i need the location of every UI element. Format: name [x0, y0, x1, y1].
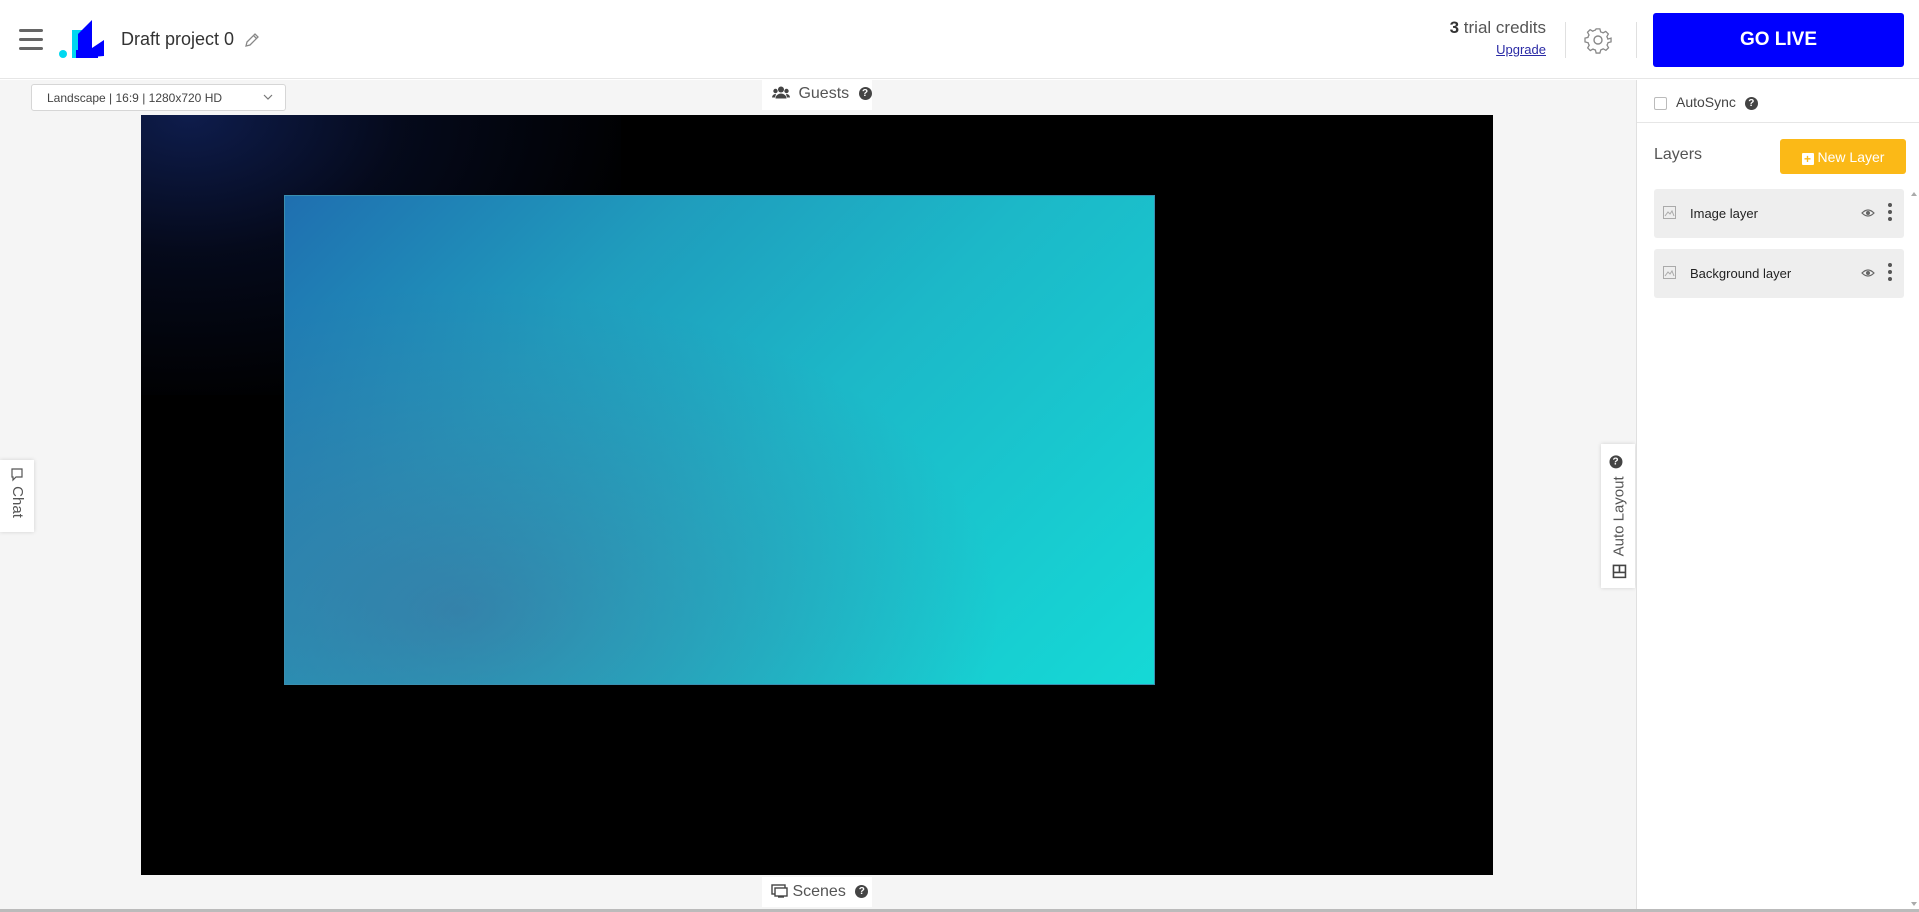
chat-tab-content: Chat	[9, 468, 26, 518]
broadcast-canvas[interactable]	[141, 115, 1493, 875]
go-live-button[interactable]: GO LIVE	[1653, 13, 1904, 67]
plus-square-icon: +	[1801, 152, 1814, 165]
credits-label: trial credits	[1459, 18, 1546, 37]
autosync-checkbox[interactable]	[1654, 96, 1667, 110]
image-layer-preview[interactable]	[284, 195, 1155, 685]
layout-icon	[1612, 564, 1627, 578]
layers-title: Layers	[1654, 146, 1703, 163]
pencil-icon[interactable]	[243, 31, 261, 49]
panel-divider	[1637, 122, 1919, 123]
auto-layout-label: Auto Layout	[1610, 475, 1628, 556]
scenes-label: Scenes	[792, 883, 846, 900]
autosync-option[interactable]: AutoSync ?	[1654, 94, 1758, 110]
layer-name: Image layer	[1690, 206, 1758, 221]
image-icon	[1663, 206, 1676, 219]
scroll-up-arrow[interactable]	[1911, 192, 1917, 196]
auto-layout-tab[interactable]: Auto Layout ?	[1601, 444, 1635, 588]
app-logo[interactable]	[58, 20, 110, 60]
layer-name: Background layer	[1690, 266, 1792, 281]
guests-button[interactable]: Guests ?	[762, 80, 872, 110]
credits-text: 3 trial credits	[1450, 18, 1546, 38]
hamburger-icon[interactable]	[19, 29, 43, 51]
eye-icon[interactable]	[1861, 207, 1875, 219]
new-layer-button[interactable]: + New Layer	[1780, 139, 1906, 174]
stage-area: Landscape | 16:9 | 1280x720 HD Guests ? …	[0, 80, 1636, 912]
project-title[interactable]: Draft project 0	[121, 29, 234, 50]
guests-label: Guests	[798, 85, 850, 102]
upgrade-link[interactable]: Upgrade	[1450, 42, 1546, 57]
credits-count: 3	[1449, 18, 1460, 37]
aspect-ratio-value: Landscape | 16:9 | 1280x720 HD	[47, 91, 223, 105]
chat-bubble-icon	[11, 468, 23, 482]
header-divider	[1636, 22, 1637, 58]
chat-tab[interactable]: Chat	[0, 460, 34, 532]
trial-credits: 3 trial credits Upgrade	[1450, 18, 1546, 57]
layer-item[interactable]: Background layer	[1654, 249, 1904, 298]
users-icon	[771, 86, 791, 99]
scroll-down-arrow[interactable]	[1911, 902, 1917, 906]
question-circle-icon[interactable]: ?	[858, 87, 872, 101]
header-divider	[1565, 22, 1566, 58]
scenes-icon	[771, 884, 788, 898]
layers-panel: AutoSync ? Layers + New Layer Image layer…	[1636, 80, 1919, 912]
aspect-ratio-select[interactable]: Landscape | 16:9 | 1280x720 HD	[31, 84, 286, 111]
chevron-down-icon	[263, 94, 273, 100]
new-layer-label: New Layer	[1817, 148, 1885, 165]
more-vertical-icon[interactable]	[1887, 263, 1893, 285]
layer-item[interactable]: Image layer	[1654, 189, 1904, 238]
more-vertical-icon[interactable]	[1887, 203, 1893, 225]
chat-label: Chat	[9, 486, 26, 518]
question-circle-icon[interactable]: ?	[1744, 96, 1758, 110]
question-circle-icon[interactable]: ?	[1609, 454, 1622, 468]
top-header: Draft project 0 3 trial credits Upgrade …	[0, 0, 1919, 79]
auto-layout-content: Auto Layout ?	[1609, 454, 1628, 578]
scenes-button[interactable]: Scenes ?	[762, 877, 872, 907]
image-icon	[1663, 266, 1676, 279]
autosync-label: AutoSync	[1676, 94, 1736, 110]
eye-icon[interactable]	[1861, 267, 1875, 279]
gear-icon[interactable]	[1584, 26, 1612, 54]
question-circle-icon[interactable]: ?	[855, 885, 869, 899]
